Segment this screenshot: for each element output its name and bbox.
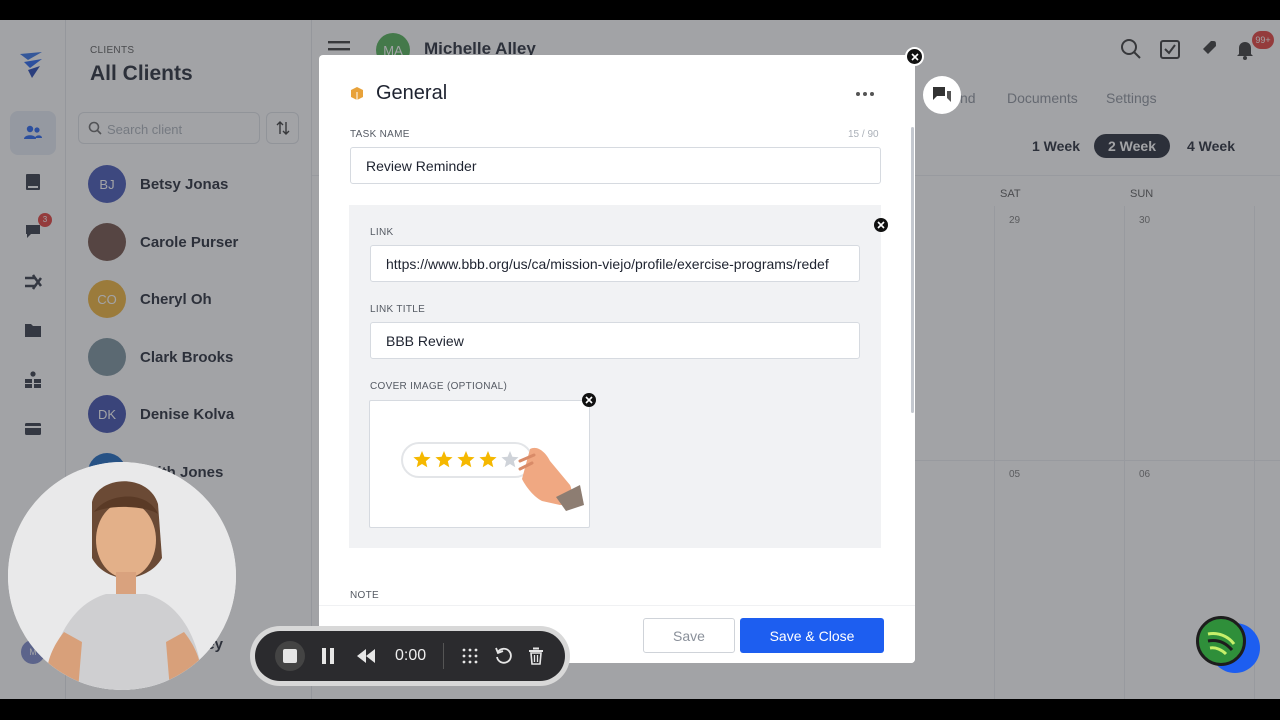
cover-image[interactable] [369,400,590,528]
close-icon [910,52,919,61]
modal-title: General [376,82,448,104]
recorder-divider [443,643,444,669]
modal-scrollbar[interactable] [911,127,914,413]
link-title-input[interactable]: BBB Review [370,322,860,359]
stop-icon [275,641,305,671]
link-block: LINK https://www.bbb.org/us/ca/mission-v… [349,205,881,548]
review-stars-image [401,442,584,511]
task-name-label: TASK NAME [350,129,410,140]
letterbox-top [0,0,1280,20]
brand-badge-button[interactable] [1196,616,1246,666]
stop-button[interactable] [275,641,305,671]
trash-icon [529,647,543,665]
note-label: NOTE [350,590,379,601]
delete-recording-button[interactable] [521,641,551,671]
grid-dots-icon [462,648,478,664]
rewind-icon [357,649,375,663]
more-options-icon[interactable] [855,91,875,97]
task-modal: General TASK NAME 15 / 90 Review Reminde… [319,55,915,663]
screen-recorder: 0:00 [250,626,570,686]
remove-cover-button[interactable] [582,393,596,407]
chat-bubbles-icon [933,87,951,102]
rewind-button[interactable] [351,641,381,671]
link-title-label: LINK TITLE [370,304,426,315]
chat-float-button[interactable] [923,76,961,114]
recorder-controls: 0:00 [255,631,565,681]
close-modal-button[interactable] [905,47,924,66]
link-input[interactable]: https://www.bbb.org/us/ca/mission-viejo/… [370,245,860,282]
cover-image-label: COVER IMAGE (OPTIONAL) [370,381,508,392]
link-label: LINK [370,227,394,238]
close-icon [585,396,593,404]
restart-icon [495,647,512,664]
close-icon [877,221,885,229]
task-name-input[interactable]: Review Reminder [350,147,881,184]
save-close-button[interactable]: Save & Close [740,618,884,653]
letterbox-bottom [0,699,1280,720]
recording-time: 0:00 [395,647,427,664]
brand-badge-icon [1207,632,1236,656]
presenter-image [8,462,236,690]
pause-button[interactable] [313,641,343,671]
grid-button[interactable] [455,641,485,671]
task-type-icon [351,87,363,100]
app-frame: 3 M CLIENTS All Clients BJ Betsy Jonas [0,20,1280,699]
webcam-preview [8,462,236,690]
remove-link-button[interactable] [874,218,888,232]
save-button[interactable]: Save [643,618,735,653]
char-counter: 15 / 90 [848,129,879,140]
pause-icon [322,648,334,664]
restart-button[interactable] [488,641,518,671]
